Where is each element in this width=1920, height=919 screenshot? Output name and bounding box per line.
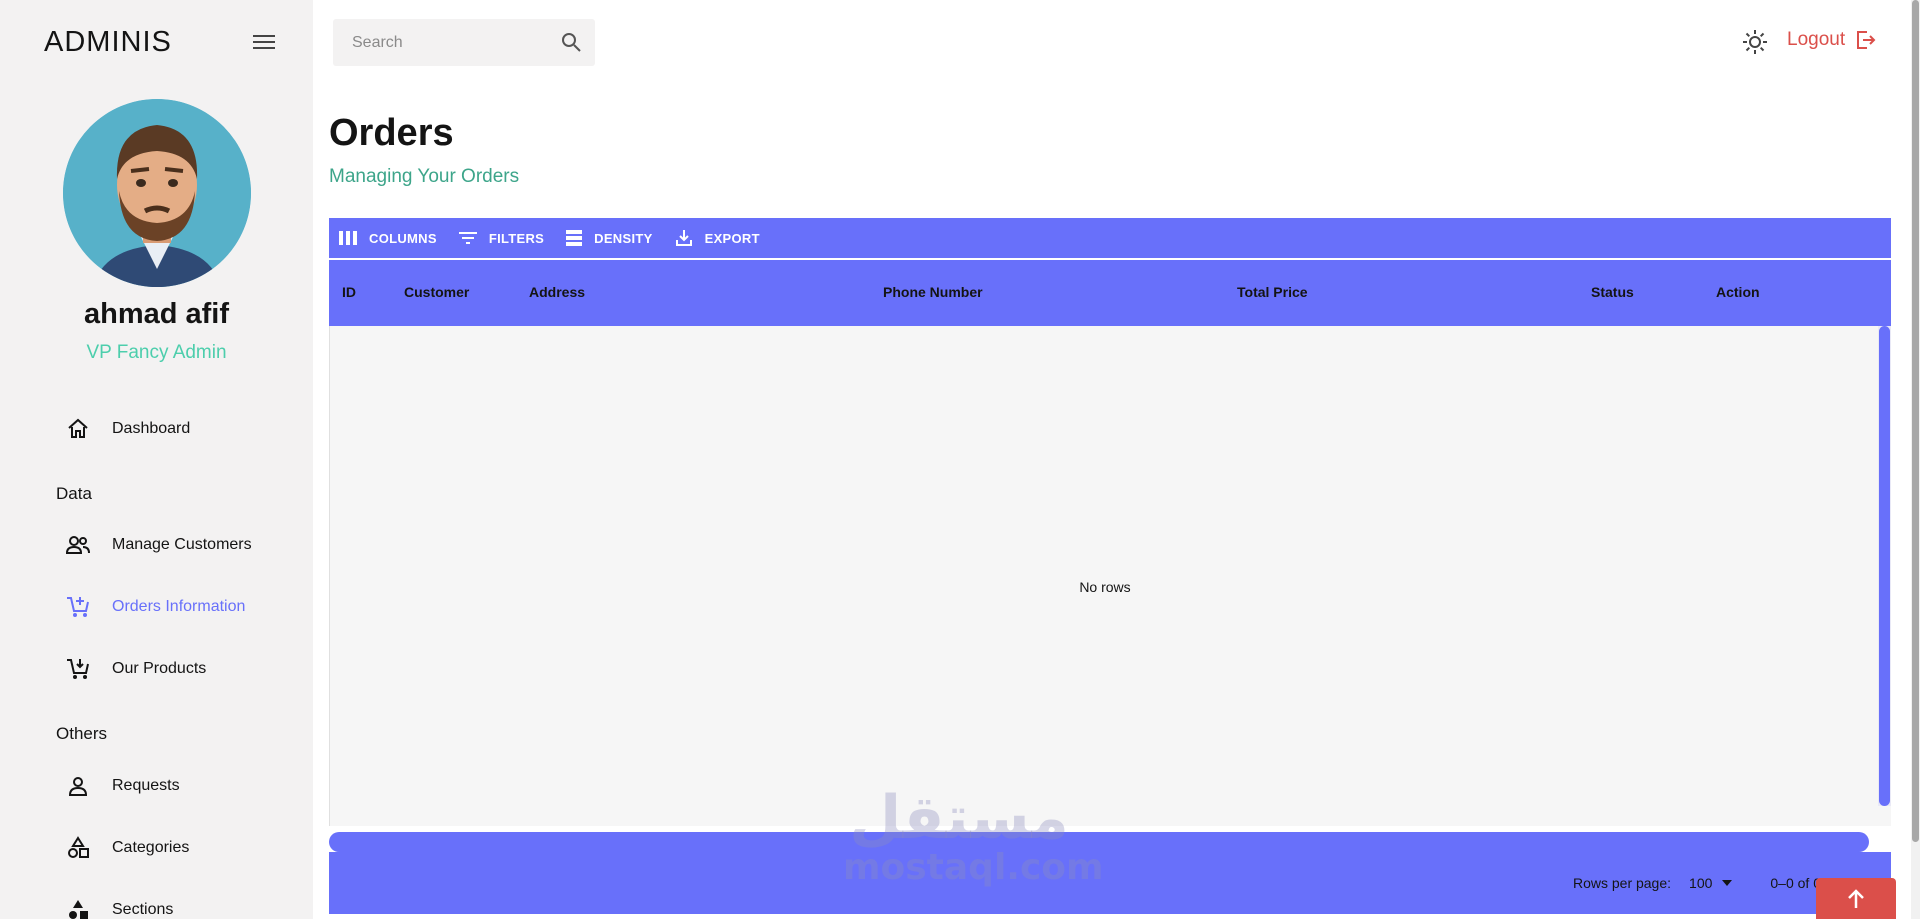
- user-name: ahmad afif: [83, 298, 230, 330]
- sidebar-item-label: Requests: [112, 777, 180, 794]
- logout-icon: [1857, 31, 1876, 49]
- rows-per-page-select[interactable]: 100: [1689, 875, 1733, 891]
- column-header-address[interactable]: Address: [529, 284, 585, 300]
- search-box: [333, 19, 595, 66]
- search-icon[interactable]: [559, 30, 583, 54]
- page-scrollbar-thumb[interactable]: [1912, 0, 1919, 842]
- sidebar-item-categories[interactable]: Categories: [62, 828, 189, 868]
- rows-per-page-value: 100: [1689, 875, 1713, 891]
- people-icon: [62, 529, 94, 561]
- sidebar-item-manage-customers[interactable]: Manage Customers: [62, 525, 252, 565]
- density-button[interactable]: DENSITY: [566, 230, 652, 246]
- empty-rows-message: No rows: [1079, 579, 1131, 595]
- column-header-customer[interactable]: Customer: [404, 284, 469, 300]
- columns-icon: [339, 231, 357, 245]
- pagination-range: 0–0 of 0: [1770, 875, 1821, 891]
- menu-toggle-icon[interactable]: [252, 32, 276, 52]
- sidebar: ADMINIS ahmad afif VP Fancy Admin Dashbo…: [0, 0, 313, 919]
- column-header-phone-number[interactable]: Phone Number: [883, 284, 983, 300]
- cart-add-icon: [62, 591, 94, 623]
- sidebar-item-label: Sections: [112, 901, 174, 918]
- page-subtitle: Managing Your Orders: [329, 166, 520, 187]
- user-role: VP Fancy Admin: [86, 342, 227, 363]
- sidebar-section-data: Data: [56, 484, 92, 503]
- export-download-icon: [675, 230, 692, 246]
- logout-label: Logout: [1787, 29, 1846, 50]
- orders-data-grid: COLUMNS FILTERS DENSITY EXPORT ID Custom…: [329, 218, 1891, 916]
- grid-horizontal-scrollbar[interactable]: [329, 832, 1869, 852]
- page-vertical-scrollbar[interactable]: [1911, 0, 1920, 919]
- caret-down-icon: [1722, 880, 1733, 886]
- theme-toggle-sun-icon[interactable]: [1741, 28, 1769, 56]
- filters-button[interactable]: FILTERS: [458, 230, 545, 246]
- columns-label: COLUMNS: [369, 230, 437, 246]
- sidebar-item-sections[interactable]: Sections: [62, 890, 173, 919]
- grid-footer: Rows per page: 100 0–0 of 0: [329, 852, 1891, 914]
- category-icon: [62, 832, 94, 864]
- vertical-scrollbar-thumb[interactable]: [1879, 326, 1890, 806]
- density-label: DENSITY: [594, 230, 653, 246]
- cart-icon: [62, 653, 94, 685]
- sidebar-item-label: Orders Information: [112, 598, 246, 615]
- column-header-id[interactable]: ID: [342, 284, 356, 300]
- grid-body: No rows: [329, 326, 1891, 826]
- search-input[interactable]: [333, 33, 543, 52]
- grid-vertical-scrollbar[interactable]: [1878, 326, 1891, 806]
- column-header-total-price[interactable]: Total Price: [1237, 284, 1308, 300]
- column-header-action[interactable]: Action: [1716, 284, 1760, 300]
- avatar: [63, 99, 251, 287]
- sidebar-section-others: Others: [56, 724, 108, 743]
- person-icon: [62, 770, 94, 802]
- sidebar-item-dashboard[interactable]: Dashboard: [62, 409, 190, 449]
- density-icon: [566, 230, 583, 246]
- column-header-status[interactable]: Status: [1591, 284, 1634, 300]
- sidebar-item-label: Categories: [112, 839, 190, 856]
- shapes-icon: [62, 894, 94, 919]
- export-label: EXPORT: [704, 230, 760, 246]
- sidebar-item-our-products[interactable]: Our Products: [62, 649, 206, 689]
- home-icon: [62, 413, 94, 445]
- filters-label: FILTERS: [488, 230, 545, 246]
- sidebar-item-label: Manage Customers: [112, 536, 252, 553]
- sidebar-item-label: Dashboard: [112, 420, 191, 437]
- page-title: Orders: [329, 112, 454, 154]
- columns-button[interactable]: COLUMNS: [339, 231, 437, 246]
- sidebar-item-requests[interactable]: Requests: [62, 766, 180, 806]
- export-button[interactable]: EXPORT: [675, 229, 760, 247]
- brand-logo-text: ADMINIS: [44, 26, 172, 58]
- rows-per-page-label: Rows per page:: [1572, 875, 1672, 891]
- sidebar-item-label: Our Products: [112, 660, 207, 677]
- sidebar-item-orders-information[interactable]: Orders Information: [62, 587, 245, 627]
- arrow-up-icon: [1848, 888, 1864, 908]
- filter-icon: [458, 232, 477, 244]
- scroll-to-top-button[interactable]: [1816, 878, 1896, 919]
- logout-button[interactable]: Logout: [1787, 28, 1877, 52]
- grid-column-header: ID Customer Address Phone Number Total P…: [329, 260, 1891, 326]
- grid-toolbar: COLUMNS FILTERS DENSITY EXPORT: [329, 218, 1891, 258]
